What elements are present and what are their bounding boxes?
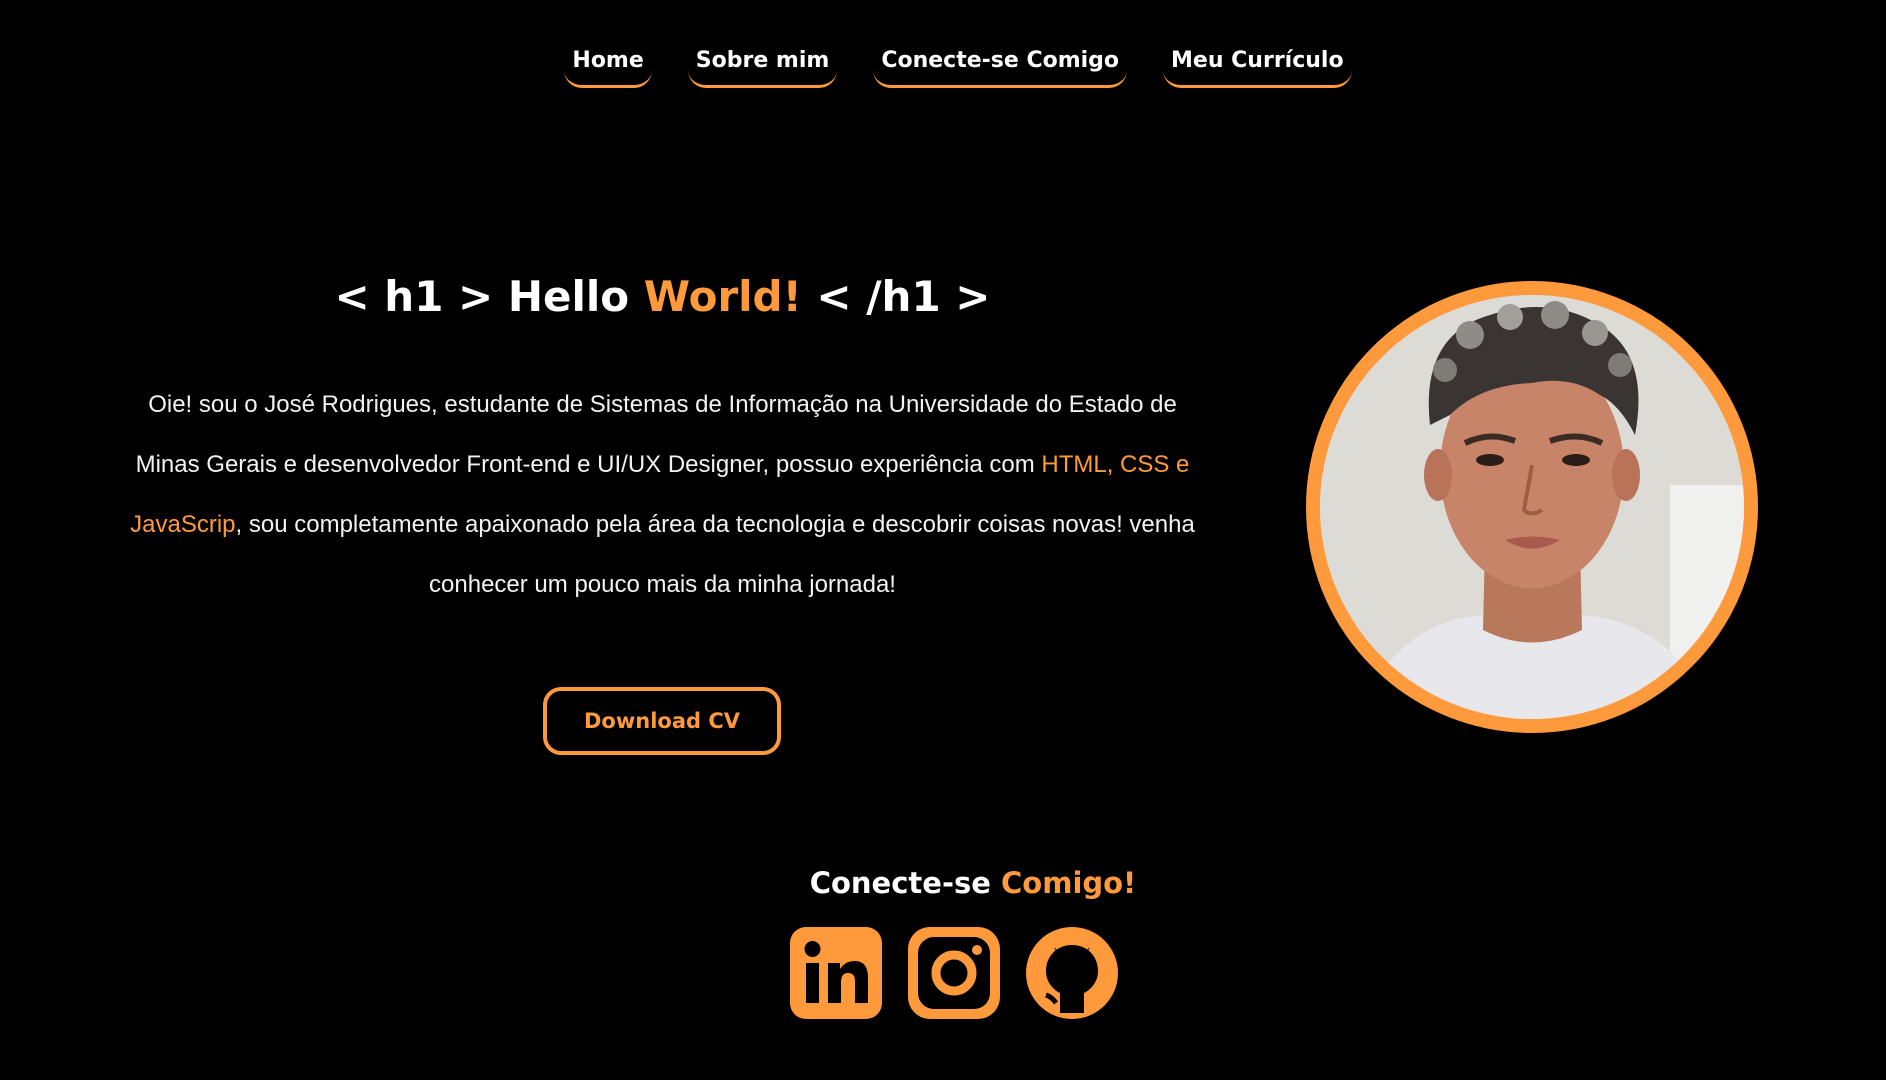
linkedin-icon[interactable] [788,925,884,1021]
nav-home[interactable]: Home [564,44,652,88]
connect-title-prefix: Conecte-se [809,866,1002,900]
profile-photo-illustration [1320,295,1744,719]
nav-sobre-mim[interactable]: Sobre mim [687,44,838,88]
hero-title-accent: World! [643,272,802,321]
connect-title: Conecte-se Comigo! [0,866,1886,900]
page: Home Sobre mim Conecte-se Comigo Meu Cur… [0,0,1886,1080]
nav-conecte-se-comigo[interactable]: Conecte-se Comigo [873,44,1128,88]
profile-photo [1306,281,1758,733]
connect-title-accent: Comigo! [1001,866,1137,900]
instagram-icon[interactable] [906,925,1002,1021]
hero-title-suffix: < /h1 > [801,272,991,321]
download-cv-button[interactable]: Download CV [543,687,781,755]
intro-text-part2: , sou completamente apaixonado pela área… [235,511,1195,598]
hero-title-prefix: < h1 > Hello [334,272,644,321]
hero-title: < h1 > Hello World! < /h1 > [120,272,1205,321]
nav-meu-curriculo[interactable]: Meu Currículo [1163,44,1352,88]
github-icon[interactable] [1024,925,1120,1021]
top-nav: Home Sobre mim Conecte-se Comigo Meu Cur… [0,44,1886,88]
social-links [788,925,1120,1021]
intro-paragraph: Oie! sou o José Rodrigues, estudante de … [130,375,1195,615]
intro-text-part1: Oie! sou o José Rodrigues, estudante de … [135,391,1177,478]
